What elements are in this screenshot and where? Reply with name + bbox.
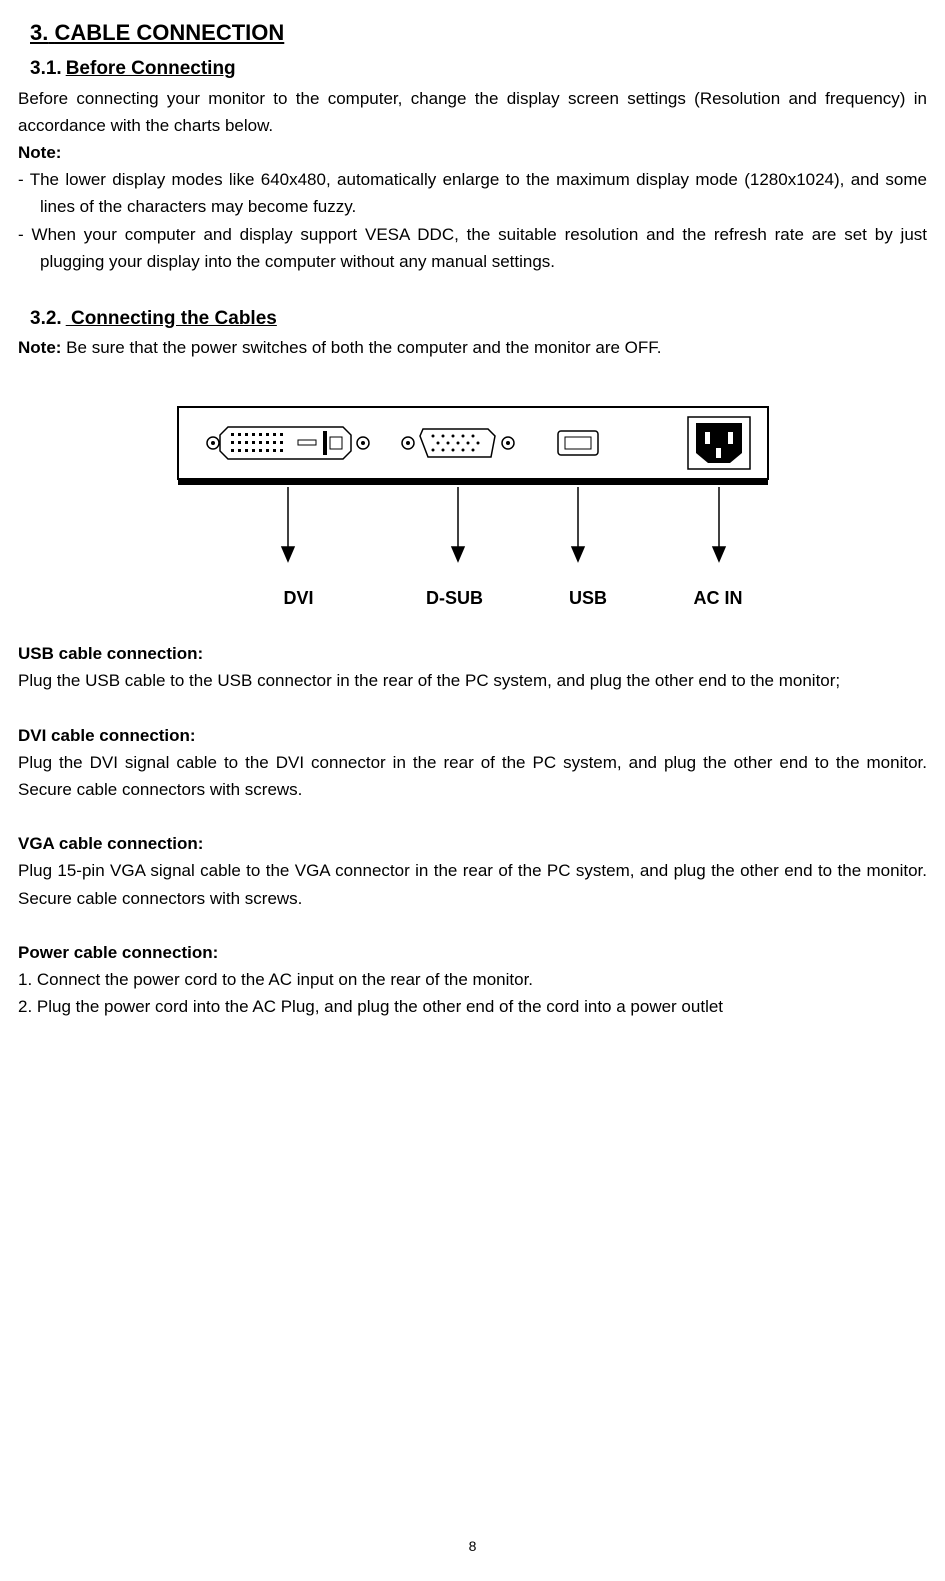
usb-section: USB cable connection: Plug the USB cable… bbox=[18, 640, 927, 694]
ac-in-port-icon bbox=[688, 417, 750, 469]
subsection-1-heading: Before Connecting bbox=[66, 58, 236, 79]
note-label-1: Note: bbox=[18, 139, 927, 166]
power-section: Power cable connection: 1. Connect the p… bbox=[18, 939, 927, 1021]
arrow-icons bbox=[282, 487, 725, 561]
port-label-usb: USB bbox=[528, 584, 648, 613]
usb-text: Plug the USB cable to the USB connector … bbox=[18, 667, 927, 694]
subsection-1-title: 3.1.Before Connecting bbox=[18, 54, 927, 84]
bullet-item: When your computer and display support V… bbox=[18, 221, 927, 275]
port-label-acin: AC IN bbox=[648, 584, 788, 613]
sub1-intro: Before connecting your monitor to the co… bbox=[18, 85, 927, 139]
vga-heading: VGA cable connection: bbox=[18, 830, 927, 857]
subsection-2-number: 3.2. bbox=[30, 308, 62, 329]
subsection-2-heading: Connecting the Cables bbox=[66, 308, 277, 329]
note-bold-1: Note: bbox=[18, 143, 61, 162]
dvi-text: Plug the DVI signal cable to the DVI con… bbox=[18, 749, 927, 803]
dvi-port-icon bbox=[207, 427, 369, 459]
vga-section: VGA cable connection: Plug 15-pin VGA si… bbox=[18, 830, 927, 912]
power-heading: Power cable connection: bbox=[18, 939, 927, 966]
note-text-2: Be sure that the power switches of both … bbox=[61, 338, 661, 357]
bullet-item: The lower display modes like 640x480, au… bbox=[18, 166, 927, 220]
section-heading: CABLE CONNECTION bbox=[54, 20, 284, 45]
dvi-section: DVI cable connection: Plug the DVI signa… bbox=[18, 722, 927, 804]
sub2-note: Note: Be sure that the power switches of… bbox=[18, 334, 927, 361]
connector-diagram: DVI D-SUB USB AC IN bbox=[18, 399, 927, 613]
page-number: 8 bbox=[0, 1535, 945, 1557]
sub1-bullets: The lower display modes like 640x480, au… bbox=[18, 166, 927, 275]
usb-heading: USB cable connection: bbox=[18, 640, 927, 667]
port-labels-row: DVI D-SUB USB AC IN bbox=[18, 584, 927, 613]
subsection-1-number: 3.1. bbox=[30, 58, 62, 79]
usb-port-icon bbox=[558, 431, 598, 455]
note-bold-2: Note: bbox=[18, 338, 61, 357]
power-step-2: 2. Plug the power cord into the AC Plug,… bbox=[18, 993, 927, 1020]
vga-text: Plug 15-pin VGA signal cable to the VGA … bbox=[18, 857, 927, 911]
subsection-2-title: 3.2. Connecting the Cables bbox=[18, 304, 927, 334]
section-number: 3. bbox=[30, 20, 48, 45]
monitor-rear-panel-svg bbox=[133, 399, 813, 574]
section-title: 3. CABLE CONNECTION bbox=[18, 15, 927, 50]
dvi-heading: DVI cable connection: bbox=[18, 722, 927, 749]
power-step-1: 1. Connect the power cord to the AC inpu… bbox=[18, 966, 927, 993]
port-label-dvi: DVI bbox=[216, 584, 381, 613]
port-label-dsub: D-SUB bbox=[381, 584, 528, 613]
